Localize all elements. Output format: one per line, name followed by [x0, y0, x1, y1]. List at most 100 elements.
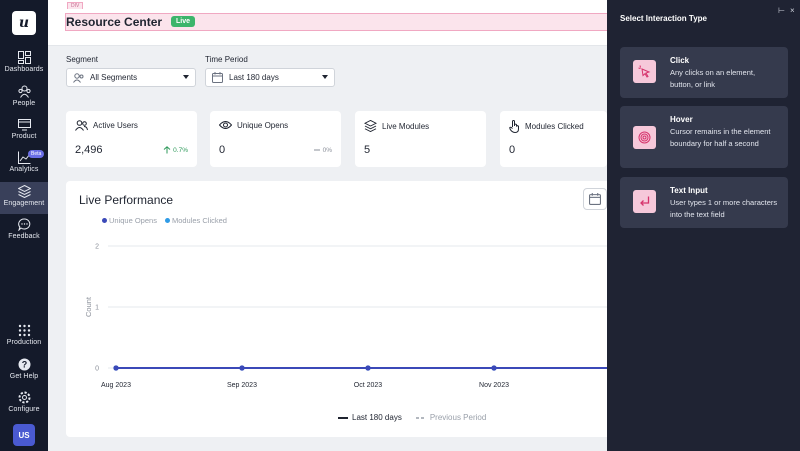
option-title: Hover	[670, 115, 693, 124]
solid-line-icon	[338, 416, 348, 419]
users-icon	[73, 72, 84, 83]
y-tick-label: 1	[95, 305, 99, 312]
period-label: Time Period	[205, 55, 248, 64]
option-title: Click	[670, 56, 690, 65]
chevron-down-icon	[183, 75, 189, 79]
y-tick-label: 2	[95, 244, 99, 251]
enter-key-icon	[633, 190, 656, 213]
performance-card: Live Performance Unique Opens Modules Cl…	[66, 181, 626, 437]
dock-icon[interactable]: ⊢	[778, 6, 785, 15]
sidebar: u Dashboards People Product Beta Analyti…	[0, 0, 48, 451]
sidebar-item-engagement[interactable]: Engagement	[0, 182, 48, 214]
sidebar-item-production[interactable]: Production	[0, 321, 48, 353]
stat-label: Modules Clicked	[525, 122, 584, 131]
stat-delta-value: 0%	[322, 146, 332, 154]
stat-label: Live Modules	[382, 121, 430, 131]
stat-value: 0	[509, 144, 516, 156]
stat-card-modules-clicked: Modules Clicked 0	[500, 111, 607, 167]
x-tick-label: Aug 2023	[101, 382, 131, 389]
period-legend: Last 180 days Previous Period	[338, 413, 500, 422]
line-chart: 2 1 0 Count Aug 2023 Sep 2023 Oct 2023 Nov 2023	[84, 244, 607, 389]
sidebar-item-label: Engagement	[3, 200, 45, 207]
data-point	[239, 365, 245, 371]
svg-text:?: ?	[21, 360, 27, 370]
fingerprint-icon	[633, 126, 656, 149]
option-text-input[interactable]: Text Input User types 1 or more characte…	[620, 177, 788, 228]
sidebar-item-label: Feedback	[8, 233, 40, 240]
stat-value: 2,496	[75, 144, 103, 156]
users-icon	[75, 120, 88, 131]
pointer-click-icon	[633, 60, 656, 83]
stat-delta: 0%	[313, 146, 332, 154]
sidebar-item-label: Configure	[8, 406, 40, 413]
sidebar-item-people[interactable]: People	[0, 82, 48, 114]
element-tag: DIV	[67, 2, 84, 9]
option-click[interactable]: Click Any clicks on an element, button, …	[620, 47, 788, 98]
grid-dots-icon	[18, 324, 30, 337]
page-title: Resource Center	[66, 15, 163, 29]
dashboards-icon	[17, 51, 31, 64]
segment-label: Segment	[66, 55, 99, 64]
sidebar-item-dashboards[interactable]: Dashboards	[0, 48, 48, 80]
panel-title: Select Interaction Type	[620, 14, 707, 23]
sidebar-item-label: Production	[6, 339, 42, 346]
product-icon	[17, 119, 31, 131]
feedback-icon	[17, 218, 30, 231]
sidebar-item-label: People	[12, 100, 36, 107]
y-tick-label: 0	[95, 366, 99, 373]
sidebar-item-product[interactable]: Product	[0, 115, 48, 147]
option-description: Any clicks on an element, button, or lin…	[670, 68, 756, 89]
stat-label: Unique Opens	[237, 120, 289, 130]
segment-value: All Segments	[90, 73, 138, 82]
segment-select[interactable]: All Segments	[66, 68, 196, 87]
x-tick-label: Sep 2023	[227, 382, 257, 389]
stat-label: Active Users	[93, 121, 138, 130]
period-select[interactable]: Last 180 days	[205, 68, 335, 87]
beta-badge: Beta	[28, 150, 45, 158]
avatar[interactable]: US	[13, 424, 35, 446]
stat-delta: 0.7%	[163, 146, 188, 154]
sidebar-item-label: Product	[11, 133, 37, 140]
interaction-type-panel: Select Interaction Type ⊢ × Click Any cl…	[607, 0, 800, 451]
y-axis-label: Count	[84, 296, 93, 317]
data-point	[491, 365, 497, 371]
x-tick-label: Nov 2023	[479, 382, 509, 389]
option-hover[interactable]: Hover Cursor remains in the element boun…	[620, 106, 788, 168]
engagement-icon	[17, 185, 31, 198]
eye-icon	[219, 121, 232, 129]
arrow-up-icon	[163, 146, 171, 154]
logo[interactable]: u	[12, 11, 36, 35]
legend-item-previous: Previous Period	[415, 413, 487, 422]
data-point	[365, 365, 371, 371]
people-icon	[17, 85, 31, 98]
legend-label: Last 180 days	[352, 413, 402, 422]
stat-value: 0	[219, 144, 226, 156]
stat-card-live-modules: Live Modules 5	[355, 111, 486, 167]
sidebar-item-get-help[interactable]: ? Get Help	[0, 355, 48, 387]
legend-item-current: Last 180 days	[338, 413, 402, 422]
legend-label: Previous Period	[429, 413, 487, 422]
close-icon[interactable]: ×	[790, 6, 795, 15]
layers-icon	[364, 120, 377, 132]
status-badge: Live	[171, 16, 196, 27]
period-value: Last 180 days	[229, 73, 279, 82]
stat-card-unique-opens: Unique Opens 0 0%	[210, 111, 341, 167]
stat-card-active-users: Active Users 2,496 0.7%	[66, 111, 197, 167]
sidebar-item-feedback[interactable]: Feedback	[0, 215, 48, 247]
sidebar-item-configure[interactable]: Configure	[0, 388, 48, 420]
gear-icon	[18, 391, 30, 404]
option-description: Cursor remains in the element boundary f…	[670, 127, 771, 148]
hand-pointer-icon	[509, 120, 519, 133]
help-icon: ?	[18, 358, 30, 371]
option-description: User types 1 or more characters into the…	[670, 198, 778, 219]
sidebar-item-label: Dashboards	[4, 66, 44, 73]
sidebar-item-label: Get Help	[9, 373, 39, 380]
stat-value: 5	[364, 144, 371, 156]
dash-icon	[313, 149, 320, 151]
option-title: Text Input	[670, 186, 708, 195]
calendar-icon	[212, 72, 223, 83]
sidebar-item-analytics[interactable]: Beta Analytics	[0, 148, 48, 180]
x-tick-label: Oct 2023	[354, 382, 383, 389]
sidebar-item-label: Analytics	[9, 166, 39, 173]
dashed-line-icon	[415, 416, 426, 419]
